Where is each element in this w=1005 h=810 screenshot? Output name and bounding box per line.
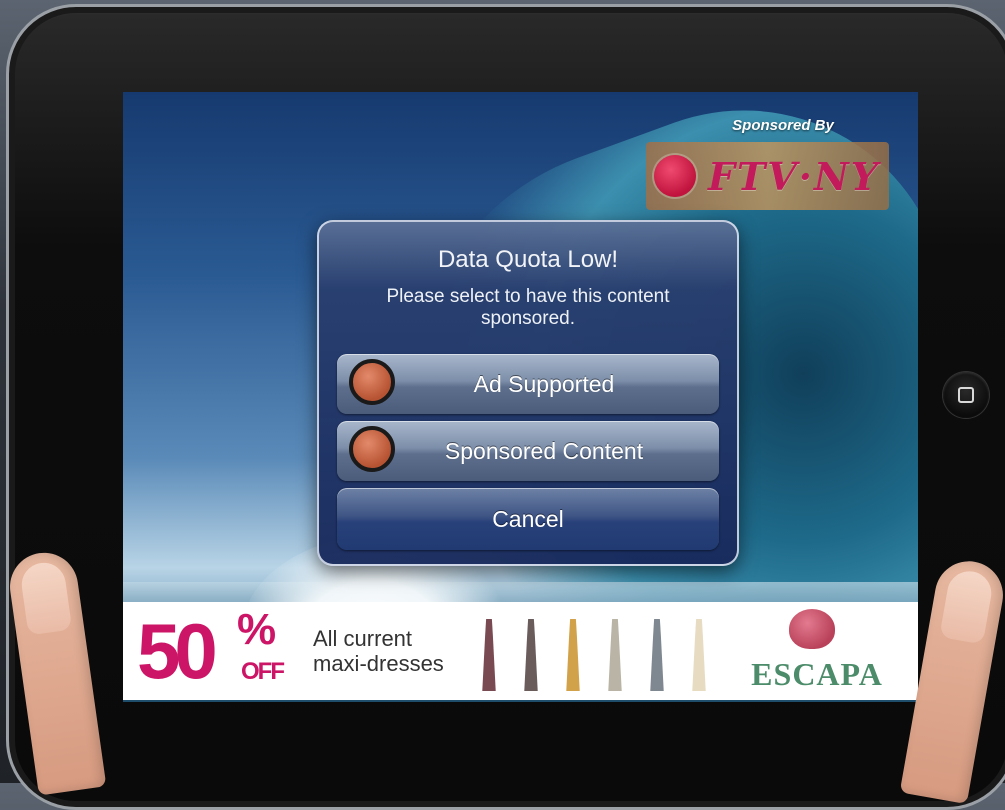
sponsored-by-label: Sponsored By: [732, 117, 834, 134]
dress-icon: [650, 619, 664, 691]
escapa-logo: ESCAPA: [737, 605, 897, 697]
ad-supported-button[interactable]: Ad Supported: [337, 354, 719, 414]
left-thumbnail: [18, 560, 73, 636]
flower-icon: [789, 609, 835, 649]
cancel-label: Cancel: [492, 505, 564, 532]
ad-copy: All current maxi-dresses: [313, 626, 473, 676]
discount-badge: 50 % OFF: [137, 602, 287, 700]
dress-icon: [482, 619, 496, 691]
brand-name: ESCAPA: [751, 656, 883, 692]
radio-button-icon[interactable]: [349, 426, 395, 472]
dress-icon: [524, 619, 538, 691]
right-thumbnail: [939, 567, 995, 645]
dress-gallery: [477, 611, 711, 691]
dress-icon: [566, 619, 580, 691]
ad-supported-label: Ad Supported: [473, 370, 615, 397]
home-button[interactable]: [943, 372, 989, 418]
data-quota-dialog: Data Quota Low! Please select to have th…: [317, 220, 739, 566]
dialog-message: Please select to have this content spons…: [386, 286, 670, 329]
sponsored-content-button[interactable]: Sponsored Content: [337, 421, 719, 481]
discount-off: OFF: [241, 658, 285, 685]
cancel-button[interactable]: Cancel: [337, 488, 719, 550]
dialog-title: Data Quota Low!: [437, 246, 619, 273]
sponsor-logo[interactable]: FTV·NY: [646, 142, 889, 210]
ad-copy-line1: All current: [313, 626, 413, 651]
discount-number: 50: [137, 607, 218, 695]
radio-button-icon[interactable]: [349, 359, 395, 405]
ad-copy-line2: maxi-dresses: [313, 651, 444, 676]
sponsor-name: FTV·NY: [708, 153, 880, 199]
home-button-icon: [958, 387, 974, 403]
sponsor-dot-icon: [654, 155, 696, 197]
tablet-scene: Sponsored By FTV·NY Data Quota Low! Plea…: [0, 0, 1005, 810]
sponsored-content-label: Sponsored Content: [444, 437, 644, 464]
discount-percent-sign: %: [237, 605, 277, 654]
ad-banner[interactable]: 50 % OFF All current maxi-dresses ESCAPA: [123, 602, 918, 700]
dress-icon: [692, 619, 706, 691]
dress-icon: [608, 619, 622, 691]
